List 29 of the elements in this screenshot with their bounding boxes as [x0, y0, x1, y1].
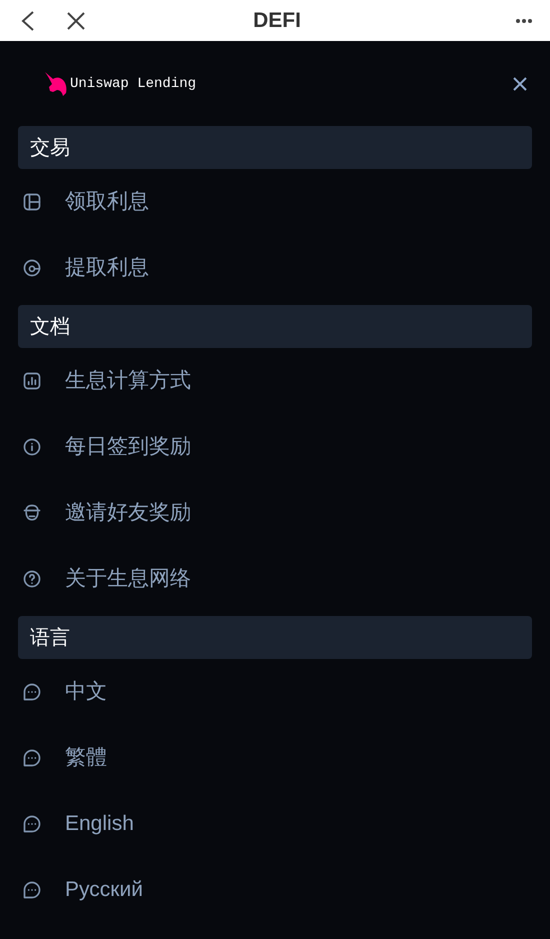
chat-bubble-icon — [22, 880, 42, 900]
menu-item[interactable]: 提取利息 — [0, 235, 550, 301]
section-title: 交易 — [30, 136, 70, 160]
bar-chart-icon — [22, 371, 42, 391]
help-icon — [22, 569, 42, 589]
menu-item[interactable]: 关于生息网络 — [0, 546, 550, 612]
menu-item[interactable]: 生息计算方式 — [0, 348, 550, 414]
page-title: DEFI — [253, 8, 301, 34]
section-title: 语言 — [30, 626, 70, 650]
chat-bubble-icon — [22, 814, 42, 834]
menu-item[interactable]: Русский — [0, 857, 550, 923]
menu-item[interactable]: 繁體 — [0, 725, 550, 791]
section-title: 文档 — [30, 314, 70, 340]
menu-item[interactable]: English — [0, 791, 550, 857]
unicorn-logo-icon — [44, 70, 68, 96]
menu-item[interactable]: 领取利息 — [0, 169, 550, 235]
chat-bubble-icon — [22, 682, 42, 702]
close-icon[interactable] — [512, 76, 528, 92]
menu-item[interactable]: 邀请好友奖励 — [0, 480, 550, 546]
menu-item[interactable]: 每日签到奖励 — [0, 414, 550, 480]
close-icon[interactable] — [66, 10, 86, 30]
more-icon[interactable] — [516, 18, 532, 22]
brand-name: Uniswap Lending — [70, 75, 196, 94]
layout-icon — [22, 192, 42, 212]
pie-chart-icon — [22, 258, 42, 278]
chat-bubble-icon — [22, 748, 42, 768]
face-icon — [22, 503, 42, 523]
info-icon — [22, 437, 42, 457]
menu-item[interactable]: 中文 — [0, 659, 550, 725]
